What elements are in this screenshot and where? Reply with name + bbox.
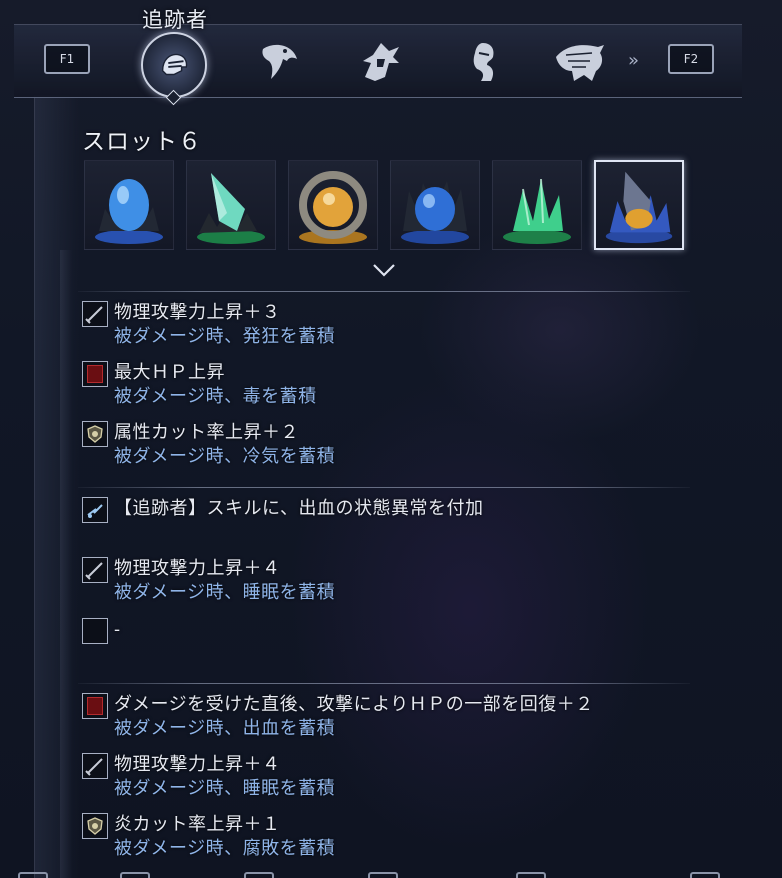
green-shard-relic-icon (503, 178, 571, 244)
effect-debuff-text: 被ダメージ時、出血を蓄積 (114, 718, 336, 739)
character-tab-4[interactable] (456, 34, 512, 90)
character-tab-2[interactable] (250, 34, 306, 90)
key-hint (244, 872, 274, 878)
relic-slot-6[interactable] (594, 160, 684, 250)
effect-main-text: 属性カット率上昇＋２ (114, 422, 299, 443)
divider-1 (78, 291, 690, 292)
effect-debuff-text: 被ダメージ時、腐敗を蓄積 (114, 838, 336, 859)
character-tab-tracker[interactable] (141, 32, 207, 98)
hooded-figure-icon (363, 43, 399, 81)
relic-slot-5[interactable] (492, 160, 582, 250)
red-square-icon (82, 693, 108, 719)
effect-main-text: - (114, 619, 121, 640)
slot-title: スロット６ (82, 129, 202, 155)
character-tab-3[interactable] (352, 34, 408, 90)
left-ornament (34, 95, 79, 878)
golden-orb-relic-icon (299, 171, 367, 244)
key-hint (516, 872, 546, 878)
effect-main-text: 最大ＨＰ上昇 (114, 362, 225, 383)
helmet-icon (161, 53, 188, 76)
key-hint (18, 872, 48, 878)
bottom-key-hints (0, 868, 782, 878)
effect-debuff-text: 被ダメージ時、発狂を蓄積 (114, 326, 336, 347)
prev-character-key[interactable]: F1 (44, 44, 90, 74)
key-hint (690, 872, 720, 878)
key-hint (368, 872, 398, 878)
next-character-key[interactable]: F2 (668, 44, 714, 74)
shield-crest-icon (82, 421, 108, 447)
effect-debuff-text: 被ダメージ時、毒を蓄積 (114, 386, 317, 407)
eagle-icon (262, 44, 297, 79)
relic-slot-4[interactable] (390, 160, 480, 250)
key-hint (120, 872, 150, 878)
blue-orb-relic-icon (95, 179, 163, 244)
veiled-figure-icon (473, 43, 494, 81)
relic-slot-2[interactable] (186, 160, 276, 250)
skill-spark-icon (82, 497, 108, 523)
divider-3 (78, 683, 690, 684)
more-characters-indicator: » (628, 50, 640, 71)
red-square-icon (82, 361, 108, 387)
left-ornament-inner (60, 250, 72, 878)
effect-main-text: 物理攻撃力上昇＋４ (114, 558, 281, 579)
amber-crystal-relic-icon (605, 171, 673, 244)
divider-2 (78, 487, 690, 488)
effect-main-text: 物理攻撃力上昇＋４ (114, 754, 281, 775)
empty-slot-icon (82, 618, 108, 644)
sword-icon (82, 753, 108, 779)
expand-chevron-icon[interactable] (372, 262, 396, 278)
sword-icon (82, 301, 108, 327)
character-tab-5[interactable] (552, 34, 608, 90)
dark-blue-orb-relic-icon (401, 181, 469, 244)
effect-main-text: 炎カット率上昇＋１ (114, 814, 281, 835)
relic-screen: 追跡者 F1 F2 » スロット６ 物理攻撃力上昇＋３ 被ダメージ時、発狂を蓄積… (0, 0, 782, 878)
relic-slot-1[interactable] (84, 160, 174, 250)
effect-main-text: 物理攻撃力上昇＋３ (114, 302, 281, 323)
green-crystal-relic-icon (197, 173, 265, 244)
dragon-icon (556, 45, 604, 81)
sword-icon (82, 557, 108, 583)
effect-main-text: ダメージを受けた直後、攻撃によりＨＰの一部を回復＋２ (114, 694, 594, 715)
effect-main-text: 【追跡者】スキルに、出血の状態異常を付加 (114, 498, 484, 519)
effect-debuff-text: 被ダメージ時、睡眠を蓄積 (114, 778, 336, 799)
effect-debuff-text: 被ダメージ時、睡眠を蓄積 (114, 582, 336, 603)
relic-slot-3[interactable] (288, 160, 378, 250)
character-name: 追跡者 (142, 8, 208, 32)
effect-debuff-text: 被ダメージ時、冷気を蓄積 (114, 446, 336, 467)
shield-crest-icon (82, 813, 108, 839)
